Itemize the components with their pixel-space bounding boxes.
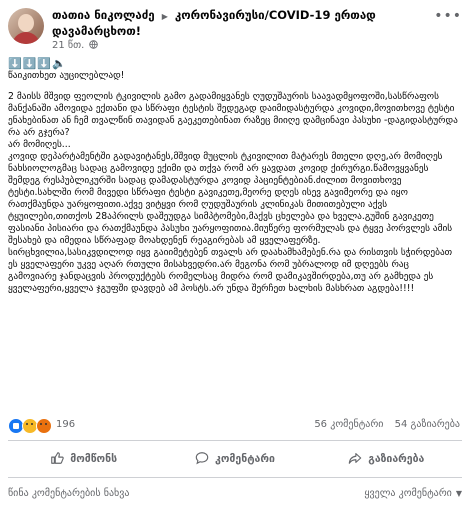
comment-label: კომენტარი	[215, 453, 275, 465]
share-label: გაზიარება	[368, 453, 425, 465]
comment-filter-label: ყველა კომენტარი	[364, 488, 452, 499]
share-count[interactable]: 54 გაზიარება	[395, 419, 460, 430]
share-arrow-icon	[348, 451, 368, 468]
post-paragraph-2: კოვიდ დეპარტამენტში გადავიტანეს,მშვიდ მუ…	[8, 151, 456, 246]
author-avatar[interactable]	[8, 8, 44, 44]
post-card: თათია ნიკოლაძე ▶ კორონავირუსი/COVID-19 ე…	[0, 0, 470, 517]
post-meta: 21 წთ.	[52, 40, 99, 51]
share-button[interactable]: გაზიარება	[311, 445, 462, 473]
view-previous-comments-link[interactable]: წინა კომენტარების ნახვა	[8, 488, 129, 499]
avatar-face	[18, 14, 34, 32]
angry-reaction-icon	[36, 418, 53, 434]
post-header: თათია ნიკოლაძე ▶ კორონავირუსი/COVID-19 ე…	[8, 6, 462, 51]
post-title: წაიკითხეთ აუცილებლად!	[8, 70, 125, 81]
author-line: თათია ნიკოლაძე ▶ კორონავირუსი/COVID-19 ე…	[52, 8, 442, 39]
reaction-count[interactable]: 196	[56, 419, 75, 430]
engagement-counts: 56 კომენტარი 54 გაზიარება	[314, 419, 460, 430]
thumbs-up-icon	[50, 451, 70, 468]
post-paragraph-3: სირცხვილია,სასიკვდილოდ იყვ გაიიმეტებენ თ…	[8, 247, 456, 294]
globe-icon	[87, 40, 99, 51]
comment-filter-dropdown[interactable]: ყველა კომენტარი ▼	[364, 488, 462, 499]
reactions-bar: 196 56 კომენტარი 54 გაზიარება	[8, 418, 460, 434]
post-paragraph-1: 2 მაისს მშვიდ ფეოლის ტკივილის გამო გადამ…	[8, 91, 458, 150]
more-options-icon[interactable]: •••	[434, 8, 462, 24]
reaction-icons[interactable]	[8, 418, 53, 434]
comment-button[interactable]: კომენტარი	[159, 445, 310, 473]
comment-bubble-icon	[195, 451, 215, 468]
avatar-body	[12, 32, 40, 44]
author-name[interactable]: თათია ნიკოლაძე	[52, 8, 155, 22]
comments-footer: წინა კომენტარების ნახვა ყველა კომენტარი ▼	[8, 488, 462, 504]
like-label: მომწონს	[70, 453, 118, 465]
divider-bottom	[8, 477, 462, 478]
comment-count[interactable]: 56 კომენტარი	[314, 419, 383, 430]
emoji-line: ⬇️⬇️⬇️🔈	[8, 57, 67, 70]
post-body: ⬇️⬇️⬇️🔈 წაიკითხეთ აუცილებლად! 2 მაისს მშ…	[8, 58, 460, 295]
caret-down-icon: ▼	[455, 489, 462, 498]
divider-top	[8, 440, 462, 441]
action-bar: მომწონს კომენტარი გაზიარება	[8, 445, 462, 473]
right-triangle-icon: ▶	[161, 12, 168, 21]
like-button[interactable]: მომწონს	[8, 445, 159, 473]
post-time[interactable]: 21 წთ.	[52, 40, 84, 51]
